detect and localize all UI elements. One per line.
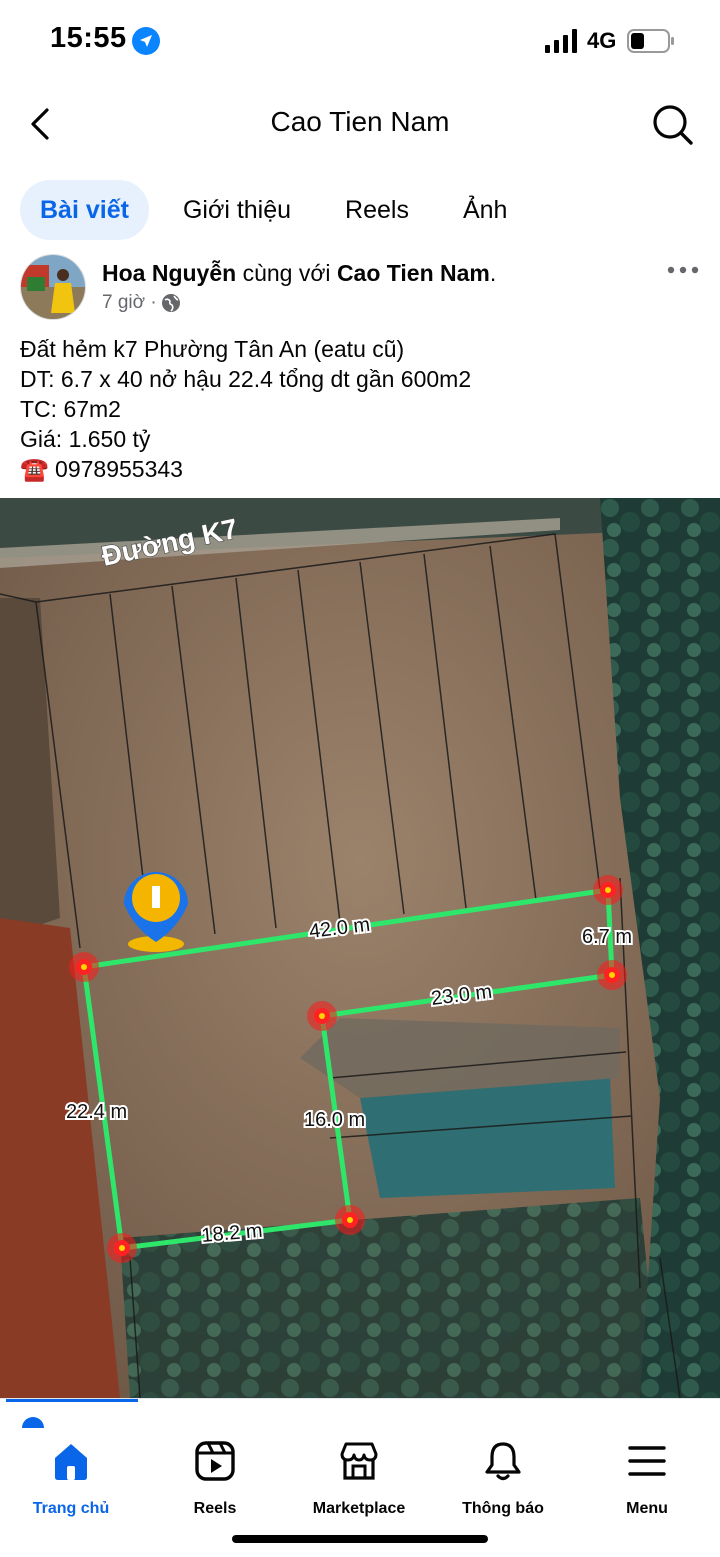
nav-menu[interactable]: Menu xyxy=(577,1440,717,1518)
vertex-marker xyxy=(69,952,99,982)
post-meta: 7 giờ · xyxy=(102,292,181,314)
telephone-icon: ☎️ xyxy=(20,456,49,482)
status-time: 15:55 xyxy=(50,22,127,54)
vertex-marker xyxy=(107,1233,137,1263)
search-icon[interactable] xyxy=(650,102,694,146)
post-time[interactable]: 7 giờ xyxy=(102,292,145,314)
vertex-marker xyxy=(597,960,627,990)
tab-reels[interactable]: Reels xyxy=(325,180,429,240)
tab-posts[interactable]: Bài viết xyxy=(20,180,149,240)
home-indicator[interactable] xyxy=(232,1535,488,1543)
post-line-3: TC: 67m2 xyxy=(20,396,121,422)
nav-reels-label: Reels xyxy=(193,1500,237,1517)
more-options-icon[interactable] xyxy=(666,258,700,282)
with-text: cùng với xyxy=(242,260,331,286)
map-pin-icon[interactable] xyxy=(124,872,188,952)
measure-label: 42.0 m xyxy=(308,914,371,943)
profile-tabs: Bài viết Giới thiệu Reels Ảnh xyxy=(20,180,541,240)
vertex-marker xyxy=(335,1205,365,1235)
post-body: Đất hẻm k7 Phường Tân An (eatu cũ) DT: 6… xyxy=(20,334,700,484)
top-header: Cao Tien Nam xyxy=(0,84,720,164)
nav-marketplace-label: Marketplace xyxy=(312,1500,406,1517)
measure-label: 23.0 m xyxy=(430,981,493,1010)
post-header: Hoa Nguyễn cùng với Cao Tien Nam. 7 giờ … xyxy=(20,254,700,320)
network-type: 4G xyxy=(587,28,617,53)
status-bar: 15:55 4G xyxy=(0,0,720,84)
next-post-preview xyxy=(0,1398,720,1428)
bell-icon xyxy=(485,1442,521,1481)
page-title: Cao Tien Nam xyxy=(270,106,450,137)
marketplace-icon xyxy=(340,1442,378,1480)
nav-menu-label: Menu xyxy=(626,1500,668,1517)
post-author[interactable]: Hoa Nguyễn xyxy=(102,260,236,286)
nav-home[interactable]: Trang chủ xyxy=(1,1440,141,1518)
home-icon xyxy=(55,1444,87,1480)
nav-notifications-label: Thông báo xyxy=(462,1500,544,1517)
post-line-2: DT: 6.7 x 40 nở hậu 22.4 tổng dt gần 600… xyxy=(20,366,472,392)
nav-marketplace[interactable]: Marketplace xyxy=(289,1440,429,1518)
road-label: Đường K7 xyxy=(99,513,241,572)
measure-label: 6.7 m xyxy=(582,926,632,948)
location-arrow-icon xyxy=(132,27,160,55)
scroll-indicator xyxy=(6,1399,138,1402)
vertex-marker xyxy=(307,1001,337,1031)
post-author-line: Hoa Nguyễn cùng với Cao Tien Nam. xyxy=(102,260,496,287)
nav-home-label: Trang chủ xyxy=(32,1500,110,1517)
measure-label: 16.0 m xyxy=(304,1109,365,1131)
globe-icon xyxy=(161,294,180,312)
post-line-4: Giá: 1.650 tỷ xyxy=(20,426,151,452)
vertex-marker xyxy=(593,875,623,905)
period: . xyxy=(489,260,497,286)
post-line-phone: ☎️ 0978955343 xyxy=(20,454,700,484)
measure-label: 22.4 m xyxy=(66,1101,127,1123)
menu-icon xyxy=(628,1446,666,1476)
tab-photos[interactable]: Ảnh xyxy=(443,180,527,240)
avatar-photo-icon xyxy=(21,255,85,319)
nav-reels[interactable]: Reels xyxy=(145,1440,285,1518)
phone-number[interactable]: 0978955343 xyxy=(55,456,183,482)
battery-icon xyxy=(627,29,674,53)
author-avatar[interactable] xyxy=(20,254,86,320)
tagged-person[interactable]: Cao Tien Nam xyxy=(337,260,490,286)
meta-separator: · xyxy=(150,292,157,313)
cellular-signal-icon xyxy=(545,29,577,53)
post-line-1: Đất hẻm k7 Phường Tân An (eatu cũ) xyxy=(20,336,405,362)
tab-about[interactable]: Giới thiệu xyxy=(163,180,311,240)
map-overlay: Đường K7 42.0 m 6.7 m 23.0 m 22.4 m 16.0… xyxy=(64,512,634,1263)
nav-notifications[interactable]: Thông báo xyxy=(433,1440,573,1518)
reels-icon xyxy=(195,1441,235,1481)
next-avatar-icon xyxy=(22,1417,44,1428)
post-image[interactable]: Đường K7 42.0 m 6.7 m 23.0 m 22.4 m 16.0… xyxy=(0,498,720,1398)
measure-label: 18.2 m xyxy=(201,1220,264,1247)
